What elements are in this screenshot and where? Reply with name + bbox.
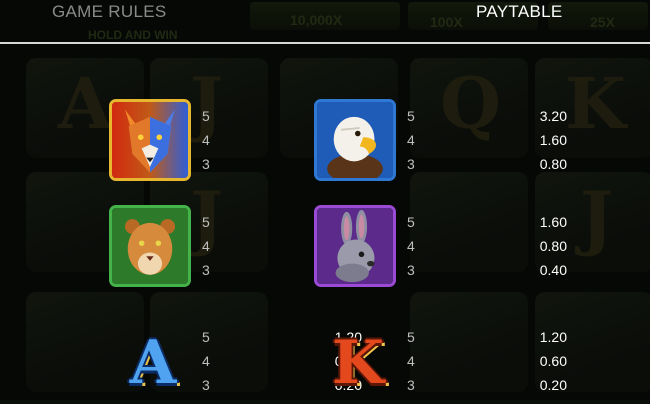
payout-count: 4 [407,132,415,148]
payout-value: 0.40 [539,262,567,278]
payout-value: 0.20 [539,377,567,393]
payout-count: 5 [407,214,415,230]
payout-list: 5 1.60 4 0.80 3 0.40 [407,210,567,282]
payout-count: 5 [407,108,415,124]
payout-row: 4 1.60 [407,128,567,152]
payout-count: 3 [407,377,415,393]
cougar-icon [109,205,191,287]
payout-list: 5 1.20 4 0.60 3 0.20 [407,325,567,397]
payout-row: 3 0.20 [407,373,567,397]
payout-value: 0.60 [539,353,567,369]
payout-row: 5 1.20 [407,325,567,349]
tab-game-rules[interactable]: GAME RULES [52,2,166,22]
payout-count: 4 [202,353,210,369]
paytable-entry-eagle: 5 3.20 4 1.60 3 0.80 [314,99,604,183]
rabbit-icon [314,205,396,287]
tab-paytable[interactable]: PAYTABLE [476,2,563,22]
payout-value: 1.20 [539,329,567,345]
payout-count: 5 [407,329,415,345]
payout-row: 3 0.80 [407,152,567,176]
paytable-entry-rabbit: 5 1.60 4 0.80 3 0.40 [314,205,604,289]
payout-row: 3 0.40 [407,258,567,282]
payout-count: 3 [202,377,210,393]
payout-count: 3 [407,262,415,278]
payout-count: 4 [202,132,210,148]
payout-count: 5 [202,214,210,230]
tab-divider [0,42,650,44]
payout-row: 4 0.60 [407,349,567,373]
payout-value: 0.80 [539,156,567,172]
eagle-icon [314,99,396,181]
payout-value: 0.80 [539,238,567,254]
payout-row: 4 0.80 [407,234,567,258]
paytable-entry-k: K 5 1.20 4 0.60 3 0.20 [314,320,604,404]
letter-k-symbol: K [331,328,385,398]
payout-count: 5 [202,108,210,124]
payout-count: 3 [202,156,210,172]
wolf-icon [109,99,191,181]
letter-a-symbol: A [129,328,177,398]
payout-count: 3 [202,262,210,278]
payout-row: 5 1.60 [407,210,567,234]
payout-value: 1.60 [539,214,567,230]
payout-count: 4 [407,353,415,369]
payout-count: 4 [202,238,210,254]
payout-value: 1.60 [539,132,567,148]
payout-value: 3.20 [539,108,567,124]
payout-count: 3 [407,156,415,172]
payout-list: 5 3.20 4 1.60 3 0.80 [407,104,567,176]
payout-count: 5 [202,329,210,345]
payout-count: 4 [407,238,415,254]
payout-row: 5 3.20 [407,104,567,128]
